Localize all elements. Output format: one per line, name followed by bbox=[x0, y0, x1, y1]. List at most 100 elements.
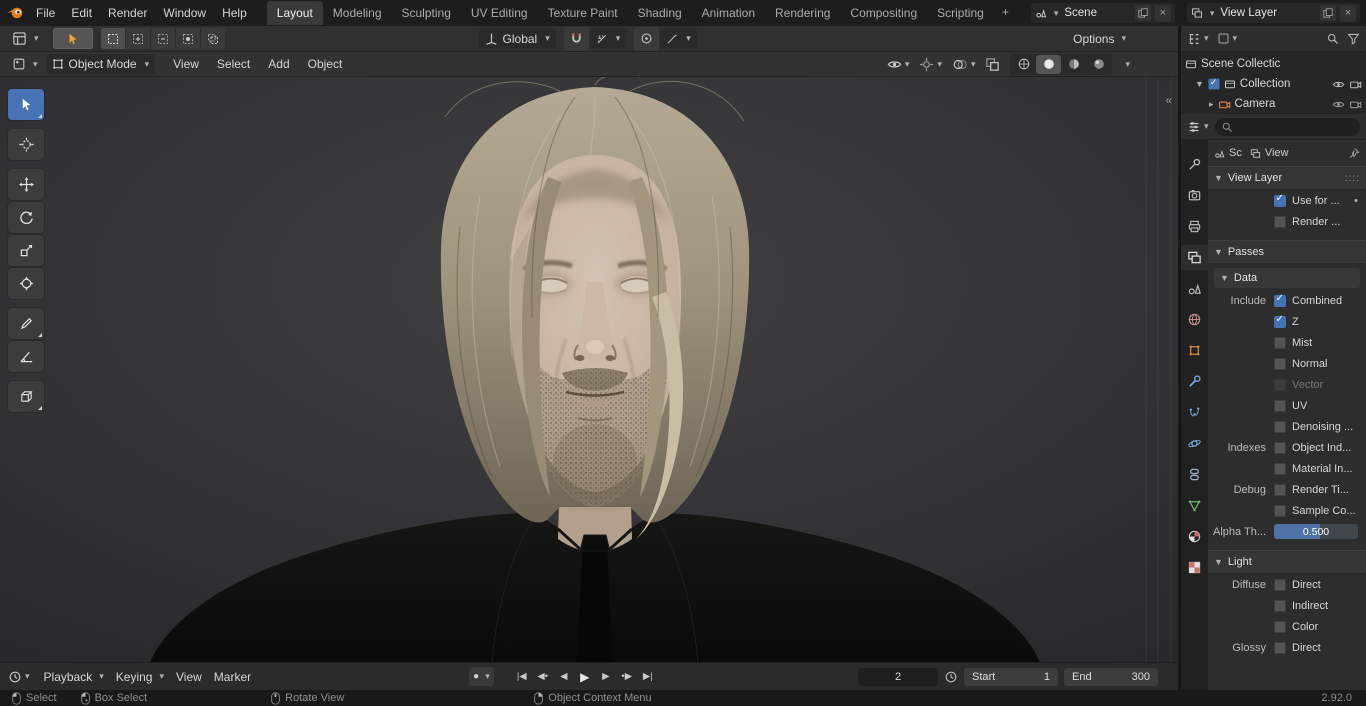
tab-modeling[interactable]: Modeling bbox=[323, 1, 392, 25]
add-workspace-button[interactable]: + bbox=[994, 1, 1017, 25]
proportional-falloff-dropdown[interactable]: ▾ bbox=[660, 29, 697, 49]
next-keyframe-button[interactable]: •▶ bbox=[617, 668, 637, 686]
vp-menu-view[interactable]: View bbox=[165, 53, 207, 75]
hide-eye-icon[interactable] bbox=[1332, 78, 1345, 91]
properties-search-input[interactable] bbox=[1215, 118, 1360, 136]
pass-render-time-checkbox[interactable] bbox=[1274, 484, 1286, 496]
scene-name[interactable]: Scene bbox=[1062, 7, 1130, 19]
shading-solid-button[interactable] bbox=[1036, 55, 1061, 74]
tab-object-icon[interactable] bbox=[1181, 338, 1208, 363]
frame-end-field[interactable]: End300 bbox=[1064, 668, 1158, 686]
tab-constraints-icon[interactable] bbox=[1181, 462, 1208, 487]
render-single-layer-checkbox[interactable] bbox=[1274, 216, 1286, 228]
snap-toggle[interactable] bbox=[564, 27, 589, 51]
panel-passes-header[interactable]: ▼ Passes bbox=[1208, 240, 1366, 264]
pass-vector-checkbox[interactable] bbox=[1274, 379, 1286, 391]
tool-add-cube[interactable] bbox=[8, 381, 44, 412]
pass-combined-checkbox[interactable] bbox=[1274, 295, 1286, 307]
use-for-rendering-checkbox[interactable] bbox=[1274, 195, 1286, 207]
remove-view-layer-icon[interactable]: × bbox=[1340, 5, 1356, 21]
tool-measure[interactable] bbox=[8, 341, 44, 372]
outliner-search-icon[interactable] bbox=[1326, 32, 1339, 45]
view-layer-name[interactable]: View Layer bbox=[1218, 7, 1316, 19]
alpha-threshold-slider[interactable]: 0.500 bbox=[1274, 524, 1358, 539]
pass-denoising-checkbox[interactable] bbox=[1274, 421, 1286, 433]
tab-render-icon[interactable] bbox=[1181, 183, 1208, 208]
keying-menu[interactable]: Keying▾ bbox=[110, 668, 170, 686]
view-layer-selector[interactable]: ▾ View Layer × bbox=[1187, 3, 1360, 23]
tool-select-box[interactable] bbox=[8, 89, 44, 120]
transform-orientation-dropdown[interactable]: Global ▾ bbox=[479, 29, 556, 49]
render-visibility-camera-icon[interactable] bbox=[1349, 98, 1362, 111]
scene-browse-caret[interactable]: ▾ bbox=[1054, 8, 1059, 19]
gizmos-toggle[interactable]: ▾ bbox=[919, 57, 942, 72]
tab-animation[interactable]: Animation bbox=[692, 1, 765, 25]
panel-light-header[interactable]: ▼ Light bbox=[1208, 550, 1366, 574]
overlays-dropdown[interactable]: ▾ bbox=[952, 57, 976, 72]
frame-start-field[interactable]: Start1 bbox=[964, 668, 1058, 686]
tab-physics-icon[interactable] bbox=[1181, 431, 1208, 456]
tab-sculpting[interactable]: Sculpting bbox=[392, 1, 461, 25]
breadcrumb-scene[interactable]: Sc bbox=[1214, 147, 1242, 159]
menu-file[interactable]: File bbox=[28, 2, 63, 24]
tab-tool-icon[interactable] bbox=[1181, 152, 1208, 177]
outliner-editor-type-button[interactable]: ▾ bbox=[1187, 32, 1209, 46]
render-visibility-camera-icon[interactable] bbox=[1349, 78, 1362, 91]
add-view-layer-icon[interactable] bbox=[1320, 5, 1336, 21]
tab-layout[interactable]: Layout bbox=[267, 1, 323, 25]
viewport-3d[interactable]: « bbox=[0, 77, 1178, 662]
diffuse-direct-checkbox[interactable] bbox=[1274, 579, 1286, 591]
tab-particles-icon[interactable] bbox=[1181, 400, 1208, 425]
tool-annotate[interactable] bbox=[8, 308, 44, 339]
tool-scale[interactable] bbox=[8, 235, 44, 266]
tab-shading[interactable]: Shading bbox=[628, 1, 692, 25]
select-mode-intersect[interactable] bbox=[201, 28, 225, 49]
prev-frame-button[interactable]: ◀ bbox=[554, 668, 574, 686]
editor-type-button[interactable]: ▾ bbox=[6, 29, 45, 48]
prev-keyframe-button[interactable]: ◀• bbox=[533, 668, 553, 686]
snap-settings-dropdown[interactable]: ▾ bbox=[590, 29, 627, 49]
current-frame-field[interactable]: 2 bbox=[858, 668, 938, 686]
tab-texture-icon[interactable] bbox=[1181, 555, 1208, 580]
outliner-row-camera[interactable]: ▸ Camera bbox=[1181, 94, 1366, 114]
proportional-editing-toggle[interactable] bbox=[634, 27, 659, 51]
timeline-editor-type-button[interactable]: ▾ bbox=[8, 670, 30, 684]
shading-rendered-button[interactable] bbox=[1086, 55, 1111, 74]
jump-to-start-button[interactable]: |◀ bbox=[512, 668, 532, 686]
pass-object-index-checkbox[interactable] bbox=[1274, 442, 1286, 454]
camera-expand-icon[interactable]: ▸ bbox=[1209, 99, 1214, 110]
glossy-direct-checkbox[interactable] bbox=[1274, 642, 1286, 654]
play-button[interactable]: ▶ bbox=[575, 668, 595, 686]
tab-texture-paint[interactable]: Texture Paint bbox=[538, 1, 628, 25]
menu-window[interactable]: Window bbox=[155, 2, 214, 24]
panel-data-header[interactable]: ▼ Data bbox=[1214, 268, 1360, 288]
blender-logo-icon[interactable] bbox=[6, 6, 24, 20]
tab-output-icon[interactable] bbox=[1181, 214, 1208, 239]
vp-menu-select[interactable]: Select bbox=[209, 53, 258, 75]
tool-transform[interactable] bbox=[8, 268, 44, 299]
menu-edit[interactable]: Edit bbox=[63, 2, 100, 24]
panel-view-layer-header[interactable]: ▼ View Layer :::: bbox=[1208, 166, 1366, 190]
pass-z-checkbox[interactable] bbox=[1274, 316, 1286, 328]
tab-scene-icon[interactable] bbox=[1181, 276, 1208, 301]
tab-material-icon[interactable] bbox=[1181, 524, 1208, 549]
sidebar-collapse-arrow[interactable]: « bbox=[1165, 93, 1172, 107]
menu-help[interactable]: Help bbox=[214, 2, 255, 24]
tab-scripting[interactable]: Scripting bbox=[927, 1, 994, 25]
tab-uv-editing[interactable]: UV Editing bbox=[461, 1, 538, 25]
diffuse-color-checkbox[interactable] bbox=[1274, 621, 1286, 633]
timeline-marker-menu[interactable]: Marker bbox=[208, 668, 257, 686]
animate-dot[interactable]: • bbox=[1354, 195, 1358, 207]
vp-menu-add[interactable]: Add bbox=[260, 53, 297, 75]
outliner-display-mode-button[interactable]: ▾ bbox=[1217, 32, 1238, 45]
tab-object-data-icon[interactable] bbox=[1181, 493, 1208, 518]
shading-dropdown[interactable]: ▾ bbox=[1125, 59, 1130, 70]
outliner-row-collection[interactable]: ▼ Collection bbox=[1181, 74, 1366, 94]
pass-mist-checkbox[interactable] bbox=[1274, 337, 1286, 349]
unlink-scene-icon[interactable]: × bbox=[1155, 5, 1171, 21]
options-dropdown[interactable]: Options▾ bbox=[1067, 30, 1132, 48]
select-mode-extend[interactable] bbox=[126, 28, 151, 49]
select-mode-subtract[interactable] bbox=[151, 28, 176, 49]
preview-range-toggle[interactable] bbox=[944, 670, 958, 684]
duplicate-scene-icon[interactable] bbox=[1135, 5, 1151, 21]
